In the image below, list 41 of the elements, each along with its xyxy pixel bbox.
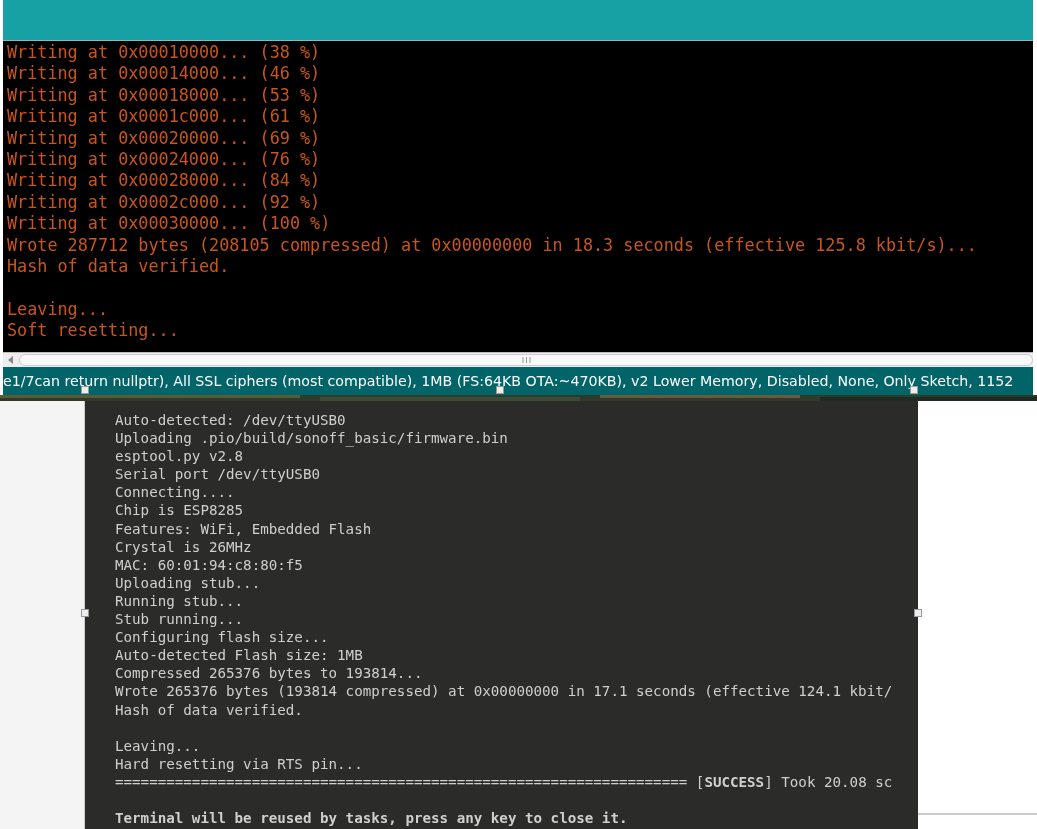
board-settings-text: e1/7can return nullptr), All SSL ciphers (most compatible), 1MB (FS:64KB OTA:~470KB), v2 Lower Memory, Disabled, None, Only Sketch, 1152 [3,373,1014,389]
console-line: Wrote 287712 bytes (208105 compressed) at 0x00000000 in 18.3 seconds (effective 125.8 kbit/s)... [7,234,978,256]
terminal-line: Compressed 265376 bytes to 193814... [115,664,424,683]
console-line: Writing at 0x00020000... (69 %) [7,127,322,149]
terminal-line: Configuring flash size... [115,628,330,647]
terminal-line: Hash of data verified. [115,700,304,719]
console-line: Writing at 0x00024000... (76 %) [7,148,322,171]
terminal-line: Leaving... [115,736,202,755]
console-line: Leaving... [7,298,110,321]
terminal-line: Chip is ESP8285 [115,501,245,520]
resize-handle[interactable] [914,609,922,617]
terminal-line: Uploading .pio/build/sonoff_basic/firmware.bin [115,429,509,448]
console-line: Writing at 0x00028000... (84 %) [7,170,322,192]
terminal-line: esptool.py v2.8 [115,447,245,466]
terminal-line: Crystal is 26MHz [115,537,253,556]
console-line: Writing at 0x00010000... (38 %) [7,42,322,64]
resize-handle[interactable] [496,386,504,394]
console-line: Writing at 0x00018000... (53 %) [7,84,322,107]
left-arrow-icon[interactable] [6,355,16,365]
console-line: Hash of data verified. [7,255,231,278]
terminal-line: Running stub... [115,591,245,611]
terminal-line: Features: WiFi, Embedded Flash [115,519,373,538]
terminal-line: MAC: 60:01:94:c8:80:f5 [115,555,304,574]
terminal-line: =================================================================== [SUCCESS] Took 20.08 sc [115,772,894,791]
terminal-line: Serial port /dev/ttyUSB0 [115,465,321,484]
resize-handle[interactable] [81,386,89,394]
console-line: Writing at 0x00030000... (100 %) [7,213,332,235]
terminal-line: Terminal will be reused by tasks, press any key to close it. [115,809,629,828]
terminal-line: Auto-detected Flash size: 1MB [115,646,364,665]
terminal-line: Wrote 265376 bytes (193814 compressed) at 0x00000000 in 17.1 seconds (effective 124.1 kbit/ [115,682,894,701]
terminal-line: Connecting.... [115,483,236,502]
terminal-line: Hard resetting via RTS pin... [115,754,364,773]
terminal-line: Auto-detected: /dev/ttyUSB0 [115,411,347,430]
console-line: Writing at 0x0001c000... (61 %) [7,106,322,128]
console-line: Writing at 0x00014000... (46 %) [7,63,322,85]
resize-handle[interactable] [81,609,89,617]
terminal-line: Uploading stub... [115,573,262,592]
console-line: Soft resetting... [7,320,180,342]
console-line: Writing at 0x0002c000... (92 %) [7,191,322,214]
grip-icon [521,357,531,363]
terminal-line: Stub running... [115,610,245,629]
